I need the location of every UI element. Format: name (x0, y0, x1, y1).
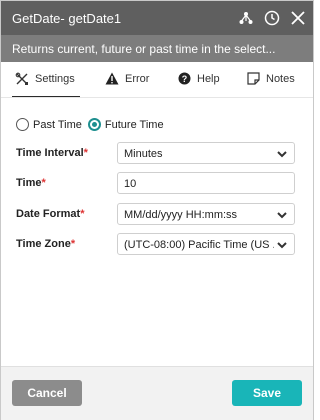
action-description: Returns current, future or past time in … (12, 42, 276, 56)
active-tab-indicator (12, 96, 80, 97)
chevron-down-icon (276, 148, 288, 163)
time-input[interactable]: 10 (117, 172, 295, 194)
tab-label: Settings (35, 73, 75, 85)
tab-label: Error (125, 72, 150, 85)
window-title: GetDate- getDate1 (12, 11, 122, 26)
chevron-down-icon (276, 239, 288, 254)
time-interval-select[interactable]: Minutes (117, 142, 295, 164)
required-mark: * (41, 177, 46, 189)
radio-circle-selected[interactable] (87, 118, 101, 131)
radio-past-time[interactable]: Past Time (16, 118, 82, 131)
hierarchy-icon[interactable] (237, 9, 255, 27)
properties-panel: GetDate- getDate1 Returns current, futur… (0, 0, 314, 420)
title-bar-actions (237, 9, 307, 27)
tab-label: Help (197, 72, 220, 85)
warning-icon (105, 72, 119, 85)
save-button[interactable]: Save (232, 380, 302, 406)
time-zone-select[interactable]: (UTC-08:00) Pacific Time (US ... (117, 233, 295, 255)
radio-future-time[interactable]: Future Time (87, 118, 164, 131)
time-interval-label: Time Interval* (16, 147, 88, 159)
radio-label: Past Time (33, 118, 82, 131)
clock-icon[interactable] (263, 9, 281, 27)
tab-bar: Settings Error ? Help Notes (1, 63, 313, 98)
time-zone-label: Time Zone* (16, 238, 76, 250)
date-format-label: Date Format* (16, 208, 85, 220)
tab-error[interactable]: Error (105, 72, 149, 85)
help-icon: ? (178, 72, 191, 85)
close-icon[interactable] (289, 9, 307, 27)
required-mark: * (80, 208, 85, 220)
selected-value: Minutes (124, 148, 163, 160)
date-format-select[interactable]: MM/dd/yyyy HH:mm:ss (117, 203, 295, 225)
tab-settings[interactable]: Settings (15, 72, 75, 86)
time-label: Time* (16, 177, 46, 189)
selected-value: MM/dd/yyyy HH:mm:ss (124, 209, 238, 221)
selected-value: (UTC-08:00) Pacific Time (US ... (124, 239, 274, 251)
chevron-down-icon (276, 209, 288, 224)
description-bar: Returns current, future or past time in … (1, 35, 313, 62)
tab-help[interactable]: ? Help (178, 72, 220, 85)
svg-text:?: ? (182, 74, 188, 84)
title-bar: GetDate- getDate1 (1, 1, 313, 35)
radio-label: Future Time (104, 118, 164, 131)
radio-circle[interactable] (16, 118, 29, 131)
settings-tools-icon (15, 72, 29, 86)
required-mark: * (83, 147, 88, 159)
tab-notes[interactable]: Notes (247, 72, 295, 85)
required-mark: * (70, 238, 76, 250)
tab-label: Notes (266, 72, 295, 85)
cancel-button[interactable]: Cancel (12, 380, 82, 406)
time-mode-radio-group: Past Time Future Time (16, 118, 170, 131)
note-icon (247, 72, 260, 85)
input-value: 10 (124, 178, 137, 190)
